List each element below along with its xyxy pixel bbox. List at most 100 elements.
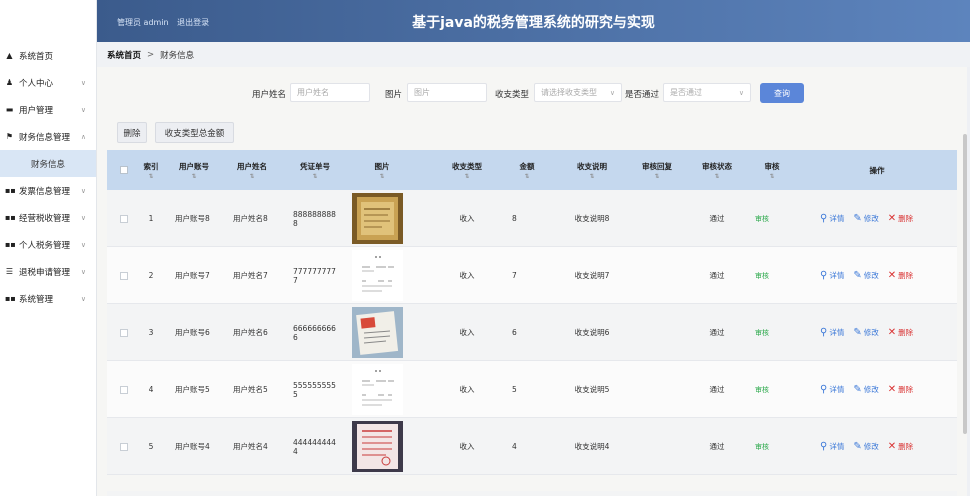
sidebar-item-label: 系统管理 xyxy=(19,294,54,305)
top-header: 管理员 admin 退出登录 基于java的税务管理系统的研究与实现 xyxy=(97,0,970,42)
row-audit[interactable]: 审核 xyxy=(737,190,787,247)
col-voucher[interactable]: 凭证单号 ⇅ xyxy=(285,150,345,190)
col-image[interactable]: 图片 ⇅ xyxy=(347,150,417,190)
row-type: 收入 xyxy=(459,271,475,280)
sidebar-item-8[interactable]: ☰ 退税申请管理 ∨ xyxy=(0,258,96,285)
sidebar-item-7[interactable]: ▪▪ 个人税务管理 ∨ xyxy=(0,231,96,258)
row-audit[interactable]: 审核 xyxy=(737,304,787,361)
detail-button[interactable]: ⚲ 详情 xyxy=(820,270,844,281)
row-desc: 收支说明6 xyxy=(574,328,610,337)
username-input[interactable]: 用户姓名 xyxy=(290,83,370,102)
breadcrumb-home[interactable]: 系统首页 xyxy=(107,49,141,61)
row-type: 收入 xyxy=(459,214,475,223)
col-desc[interactable]: 收支说明 ⇅ xyxy=(557,150,627,190)
row-name: 用户姓名6 xyxy=(233,328,268,337)
edit-button[interactable]: ✎ 修改 xyxy=(853,213,878,224)
chevron-down-icon: ∨ xyxy=(80,294,86,303)
pencil-icon: ✎ xyxy=(853,270,862,281)
search-bar: 用户姓名 用户姓名 图片 图片 收支类型 请选择收支类型 ∨ 是否通过 是否通过… xyxy=(97,81,967,105)
row-index: 4 xyxy=(148,385,154,394)
row-image[interactable] xyxy=(352,247,407,304)
row-audit[interactable]: 审核 xyxy=(737,247,787,304)
audit-link[interactable]: 审核 xyxy=(755,442,769,452)
row-desc: 收支说明8 xyxy=(574,214,610,223)
delete-row-button[interactable]: ✕ 删除 xyxy=(888,270,913,281)
col-index[interactable]: 索引 ⇅ xyxy=(137,150,165,190)
select-all-checkbox[interactable] xyxy=(117,150,131,190)
row-actions: ⚲ 详情 ✎ 修改 ✕ 删除 xyxy=(820,304,960,361)
type-select[interactable]: 请选择收支类型 ∨ xyxy=(534,83,622,102)
chevron-down-icon: ∨ xyxy=(80,186,86,195)
sidebar-subitem-finance-info[interactable]: 财务信息 xyxy=(0,150,96,177)
table-row: 4 用户账号5 用户姓名5 555555555 5 收入 5 收支说明5 通过 审核 ⚲ 详情 ✎ 修改… xyxy=(107,361,957,418)
image-label: 图片 xyxy=(385,90,403,100)
row-checkbox[interactable] xyxy=(117,247,131,304)
delete-button[interactable]: 删除 xyxy=(117,122,147,143)
audit-link[interactable]: 审核 xyxy=(755,271,769,281)
row-checkbox[interactable] xyxy=(117,361,131,418)
type-label: 收支类型 xyxy=(495,90,530,100)
delete-row-button[interactable]: ✕ 删除 xyxy=(888,327,913,338)
sidebar-item-9[interactable]: ▪▪ 系统管理 ∨ xyxy=(0,285,96,312)
delete-row-button[interactable]: ✕ 删除 xyxy=(888,213,913,224)
row-image[interactable] xyxy=(352,361,407,418)
row-account: 用户账号5 xyxy=(175,385,210,394)
col-status[interactable]: 审核状态 ⇅ xyxy=(687,150,747,190)
list-icon: ☰ xyxy=(5,267,14,276)
col-ops: 操作 xyxy=(869,165,885,175)
audit-link[interactable]: 审核 xyxy=(755,328,769,338)
col-audit[interactable]: 审核 ⇅ xyxy=(747,150,797,190)
row-name: 用户姓名5 xyxy=(233,385,268,394)
row-voucher: 888888888 8 xyxy=(293,209,336,228)
total-amount-button[interactable]: 收支类型总金额 xyxy=(155,122,234,143)
sidebar-item-2[interactable]: ▬ 用户管理 ∨ xyxy=(0,96,96,123)
row-image[interactable] xyxy=(352,190,407,247)
row-checkbox[interactable] xyxy=(117,190,131,247)
edit-button[interactable]: ✎ 修改 xyxy=(853,441,878,452)
col-account[interactable]: 用户账号 ⇅ xyxy=(169,150,219,190)
sidebar-item-3[interactable]: ⚑ 财务信息管理 ∧ xyxy=(0,123,96,150)
detail-button[interactable]: ⚲ 详情 xyxy=(820,327,844,338)
row-desc: 收支说明5 xyxy=(574,385,610,394)
pencil-icon: ✎ xyxy=(853,327,862,338)
pass-select[interactable]: 是否通过 ∨ xyxy=(663,83,751,102)
row-image[interactable] xyxy=(352,304,407,361)
edit-button[interactable]: ✎ 修改 xyxy=(853,327,878,338)
delete-row-button[interactable]: ✕ 删除 xyxy=(888,441,913,452)
vertical-scrollbar[interactable] xyxy=(963,134,967,434)
row-checkbox[interactable] xyxy=(117,418,131,475)
audit-link[interactable]: 审核 xyxy=(755,214,769,224)
detail-button[interactable]: ⚲ 详情 xyxy=(820,213,844,224)
edit-button[interactable]: ✎ 修改 xyxy=(853,384,878,395)
col-reply[interactable]: 审核回复 ⇅ xyxy=(627,150,687,190)
col-amount[interactable]: 金额 ⇅ xyxy=(507,150,547,190)
search-button[interactable]: 查询 xyxy=(760,83,804,103)
sidebar-item-0[interactable]: ▲ 系统首页 xyxy=(0,42,96,69)
sidebar-item-1[interactable]: ♟ 个人中心 ∨ xyxy=(0,69,96,96)
row-checkbox[interactable] xyxy=(117,304,131,361)
detail-button[interactable]: ⚲ 详情 xyxy=(820,384,844,395)
row-audit[interactable]: 审核 xyxy=(737,418,787,475)
audit-link[interactable]: 审核 xyxy=(755,385,769,395)
row-image[interactable] xyxy=(352,418,407,475)
sidebar-item-label: 发票信息管理 xyxy=(19,186,71,197)
close-icon: ✕ xyxy=(887,213,897,224)
col-name[interactable]: 用户姓名 ⇅ xyxy=(227,150,277,190)
sidebar-item-5[interactable]: ▪▪ 发票信息管理 ∨ xyxy=(0,177,96,204)
col-type[interactable]: 收支类型 ⇅ xyxy=(427,150,507,190)
row-audit[interactable]: 审核 xyxy=(737,361,787,418)
pass-label: 是否通过 xyxy=(625,90,660,100)
row-amount: 6 xyxy=(512,328,517,337)
delete-row-button[interactable]: ✕ 删除 xyxy=(888,384,913,395)
row-account: 用户账号8 xyxy=(175,214,210,223)
row-actions: ⚲ 详情 ✎ 修改 ✕ 删除 xyxy=(820,418,960,475)
sidebar-item-6[interactable]: ▪▪ 经营税收管理 ∨ xyxy=(0,204,96,231)
row-type: 收入 xyxy=(459,385,475,394)
image-input[interactable]: 图片 xyxy=(407,83,487,102)
detail-button[interactable]: ⚲ 详情 xyxy=(820,441,844,452)
pass-select-placeholder: 是否通过 xyxy=(670,88,702,97)
table-row: 3 用户账号6 用户姓名6 666666666 6 收入 6 收支说明6 通过 审核 ⚲ 详情 ✎ 修改… xyxy=(107,304,957,361)
edit-button[interactable]: ✎ 修改 xyxy=(853,270,878,281)
sidebar: ▲ 系统首页 ♟ 个人中心 ∨ ▬ 用户管理 ∨ ⚑ 财务信息管理 ∧ 财务信息 ▪▪ 发票信息管理 ∨ ▪▪… xyxy=(0,0,97,496)
row-amount: 7 xyxy=(512,271,517,280)
